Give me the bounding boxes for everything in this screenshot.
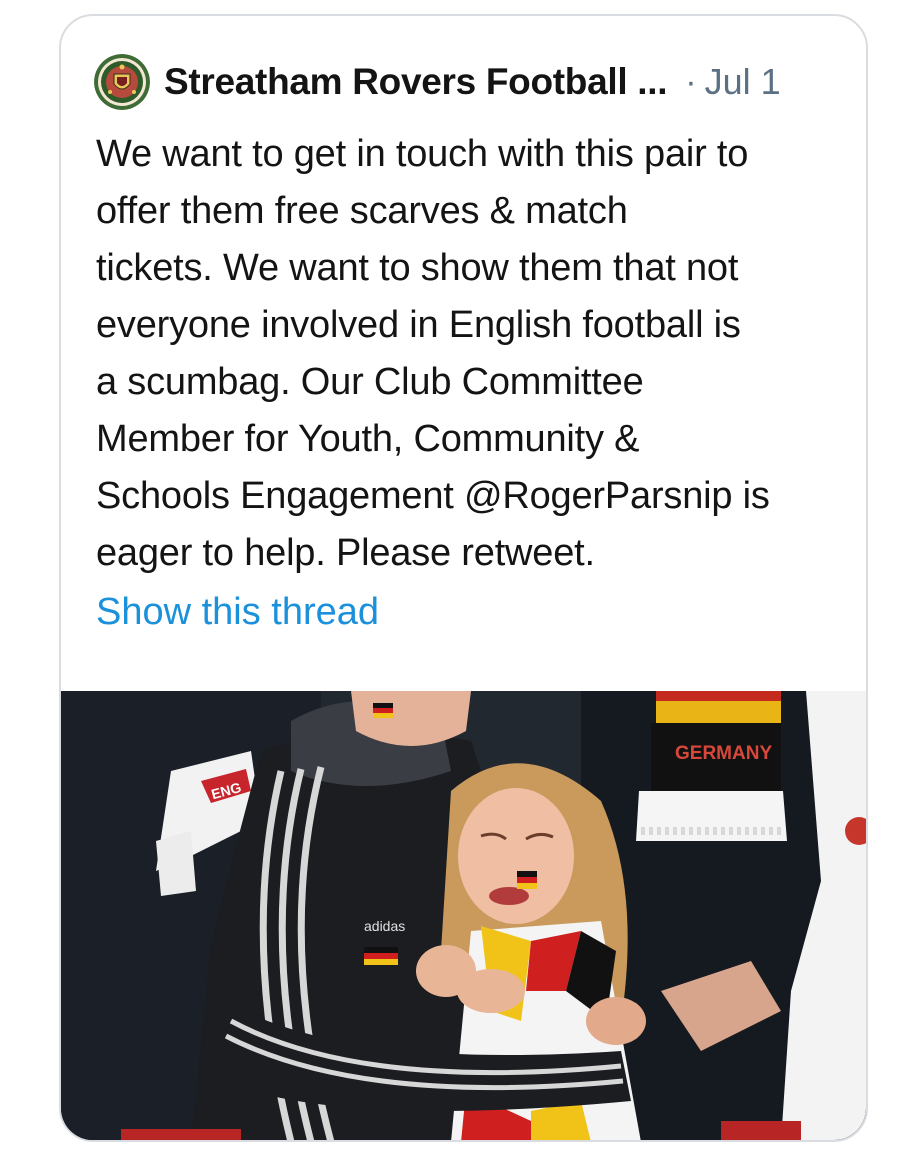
show-thread-link[interactable]: Show this thread <box>96 591 379 634</box>
tweet-photo[interactable]: ENG GERMANY adidas <box>61 691 866 1140</box>
club-crest-avatar-icon[interactable] <box>94 54 150 110</box>
jacket-brand-text: adidas <box>364 918 405 934</box>
tweet-text: We want to get in touch with this pair t… <box>96 133 770 574</box>
meta-separator: · <box>685 62 697 101</box>
tweet-header: Streatham Rovers Football ... · Jul 1 <box>94 52 834 112</box>
author-name[interactable]: Streatham Rovers Football ... <box>164 61 667 103</box>
photo-illustration: ENG GERMANY adidas <box>61 691 866 1140</box>
tweet-date[interactable]: Jul 1 <box>705 61 781 103</box>
scarf-text-germany: GERMANY <box>675 743 772 764</box>
tweet-card[interactable]: Streatham Rovers Football ... · Jul 1 We… <box>59 14 868 1142</box>
